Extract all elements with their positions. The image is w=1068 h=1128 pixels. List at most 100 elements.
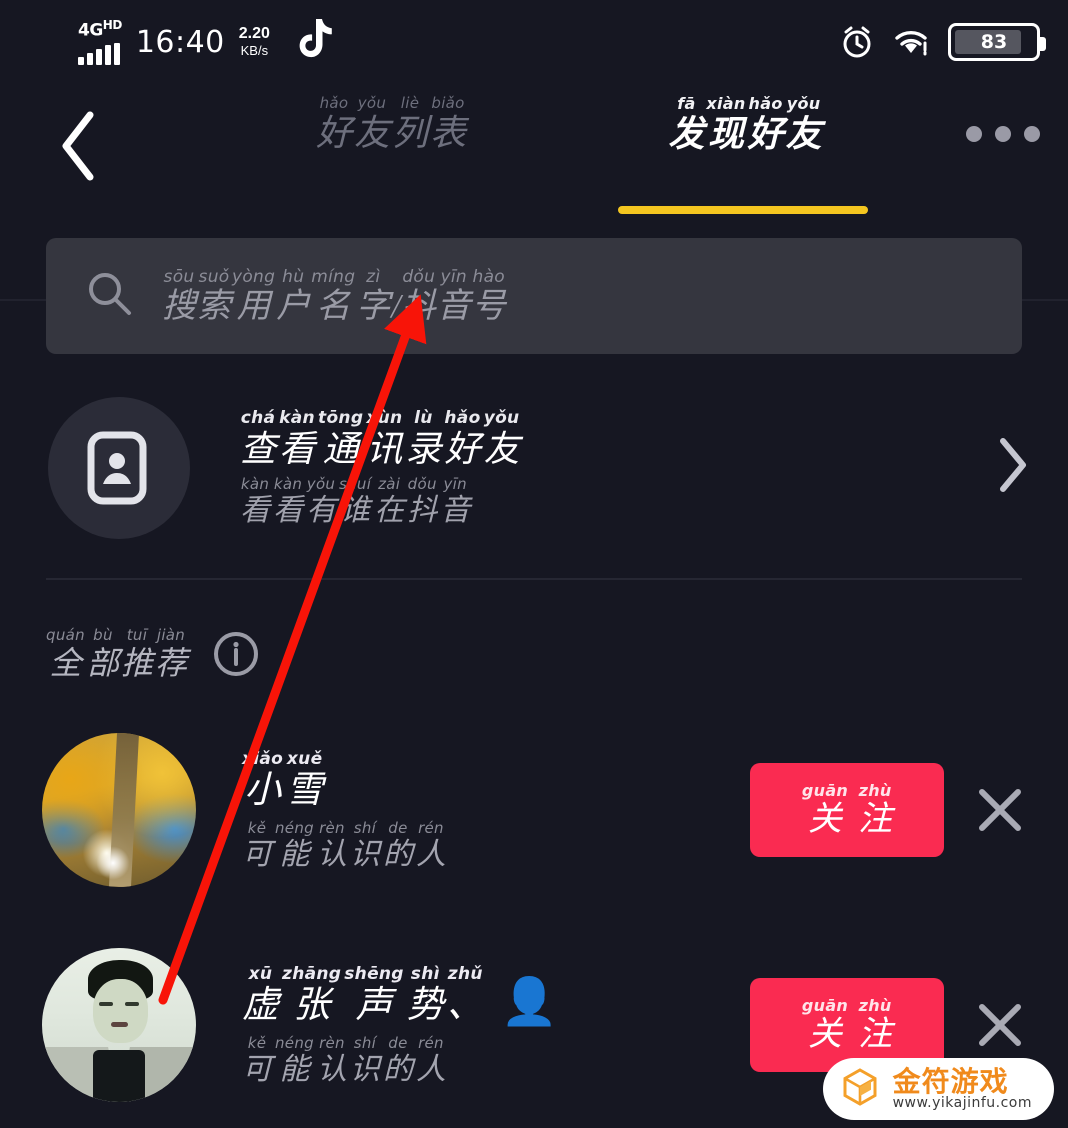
hanzi: 索 (197, 287, 231, 325)
pinyin: guān (801, 781, 849, 800)
hanzi: 用 (236, 287, 271, 325)
search-placeholder: sōu 搜 suǒ 索 yòng 用 hù 户 míng 名 zì 字 / dǒu 抖 yīn… (162, 266, 506, 325)
pinyin: xiàn (706, 94, 746, 113)
pinyin: hǎo (319, 94, 349, 112)
network-type-label: 4GHD (78, 18, 122, 41)
status-bar-left: 4GHD 16:40 2.20 KB/s (78, 17, 336, 68)
hanzi: 讯 (366, 429, 403, 469)
close-x-icon[interactable] (972, 997, 1028, 1053)
pinyin: de (388, 1033, 408, 1052)
pinyin: rén (418, 1033, 444, 1052)
contacts-entry-row[interactable]: chá 查 kàn 看 tōng 通 xùn 讯 lù 录 hǎo 好 yǒu 友 kàn 看 … (0, 388, 1068, 548)
hanzi: 好 (747, 114, 784, 154)
alarm-clock-icon (840, 25, 874, 59)
search-icon (84, 268, 136, 325)
cellular-signal-indicator: 4GHD (78, 19, 122, 65)
hanzi: 的 (382, 1052, 413, 1086)
avatar[interactable] (42, 948, 196, 1102)
hanzi: 人 (415, 1052, 446, 1086)
hanzi: 友 (353, 113, 390, 153)
hanzi: 识 (349, 837, 380, 871)
pinyin: dǒu (407, 475, 437, 493)
hanzi: 抖 (407, 494, 438, 527)
search-input[interactable]: sōu 搜 suǒ 索 yòng 用 hù 户 míng 名 zì 字 / dǒu 抖 yīn… (46, 238, 1022, 354)
hanzi: 号 (471, 287, 506, 325)
hanzi: 看 (240, 494, 270, 527)
contacts-entry-text: chá 查 kàn 看 tōng 通 xùn 讯 lù 录 hǎo 好 yǒu 友 kàn 看 … (240, 410, 520, 526)
pinyin: xiǎo (242, 748, 284, 769)
pinyin: yīn (443, 475, 467, 493)
hanzi: 发 (668, 114, 705, 154)
pinyin: zhù (858, 996, 892, 1015)
info-circle-icon[interactable] (213, 631, 259, 677)
pinyin: zài (378, 475, 401, 493)
active-tab-indicator (618, 206, 868, 214)
contact-book-icon (48, 397, 190, 539)
hanzi: 有 (306, 494, 336, 527)
pinyin: tōng (318, 408, 364, 428)
tab-friend-list[interactable]: hǎo 好 yǒu 友 liè 列 biǎo 表 (296, 94, 486, 153)
more-options-button[interactable] (966, 126, 1040, 142)
user-name: xiǎo 小 xuě 雪 (242, 748, 446, 809)
pinyin: xuě (286, 748, 323, 769)
tab-friend-list-label: hǎo 好 yǒu 友 liè 列 biǎo 表 (296, 94, 486, 153)
hanzi: 好 (444, 429, 481, 469)
hanzi: 注 (858, 801, 893, 838)
user-name: xū 虚 zhāng 张 shēng 声 shì 势 zhǔ、 👤 (242, 963, 558, 1026)
pinyin: yǒu (306, 475, 336, 493)
hanzi: 名 (316, 287, 351, 325)
hanzi: 抖 (401, 287, 436, 325)
hanzi: 搜 (162, 287, 196, 325)
watermark-text: 金符游戏 www.yikajinfu.com (893, 1067, 1032, 1111)
pinyin: kàn (273, 475, 303, 493)
hanzi: 好 (315, 113, 352, 153)
section-divider (46, 578, 1022, 580)
pinyin: xū (248, 963, 273, 984)
pinyin: shí (353, 1033, 377, 1052)
avatar[interactable] (42, 733, 196, 887)
pinyin: quán (46, 626, 85, 644)
hanzi: 关 (807, 1016, 842, 1053)
user-reason: kě 可 néng 能 rèn 认 shí 识 de 的 rén 人 (242, 1033, 558, 1086)
hanzi: 通 (322, 429, 359, 469)
list-item[interactable]: xiǎo 小 xuě 雪 kě 可 néng 能 rèn 认 shí 识 de 的 rén 人 … (0, 715, 1068, 905)
pinyin: biǎo (431, 94, 465, 112)
pinyin: kě (247, 818, 267, 837)
watermark-url: www.yikajinfu.com (892, 1095, 1032, 1112)
pinyin: kàn (240, 475, 270, 493)
pinyin: rén (418, 818, 444, 837)
pinyin: jiàn (156, 626, 186, 644)
pinyin: kàn (279, 408, 315, 428)
pinyin: yǒu (786, 94, 821, 113)
hanzi: 部 (86, 645, 119, 681)
pinyin: hào (472, 266, 505, 287)
pinyin: yǒu (357, 94, 387, 112)
hanzi: 虚 (242, 984, 279, 1026)
hanzi: 音 (440, 494, 471, 527)
pinyin: zhù (858, 781, 892, 800)
user-reason: kě 可 néng 能 rèn 认 shí 识 de 的 rén 人 (242, 818, 446, 871)
pinyin: míng (311, 266, 356, 287)
battery-indicator: 83 (948, 23, 1046, 61)
hanzi: 认 (316, 1052, 347, 1086)
pinyin: lù (414, 408, 433, 428)
hanzi: 认 (316, 837, 347, 871)
user-info: xū 虚 zhāng 张 shēng 声 shì 势 zhǔ、 👤 kě 可 néng 能 … (242, 963, 558, 1086)
pinyin: shì (410, 963, 440, 984)
tab-discover-friends[interactable]: fā 发 xiàn 现 hǎo 好 yǒu 友 (655, 94, 835, 154)
hanzi: 录 (405, 429, 442, 469)
pinyin: chá (240, 408, 276, 428)
pinyin: yīn (440, 266, 467, 287)
watermark: 金符游戏 www.yikajinfu.com (822, 1058, 1054, 1120)
chevron-right-icon[interactable] (994, 436, 1030, 499)
pinyin: bù (93, 626, 113, 644)
follow-button[interactable]: guān 关 zhù 注 (750, 763, 944, 857)
hanzi: 声 (355, 984, 393, 1026)
tab-discover-friends-label: fā 发 xiàn 现 hǎo 好 yǒu 友 (655, 94, 835, 154)
hanzi: / (391, 287, 401, 325)
pinyin: zì (366, 266, 381, 287)
pinyin: zhāng (282, 963, 342, 984)
pinyin: zhǔ (447, 963, 483, 984)
section-title: quán 全 bù 部 tuī 推 jiàn 荐 (46, 626, 187, 681)
close-x-icon[interactable] (972, 782, 1028, 838)
